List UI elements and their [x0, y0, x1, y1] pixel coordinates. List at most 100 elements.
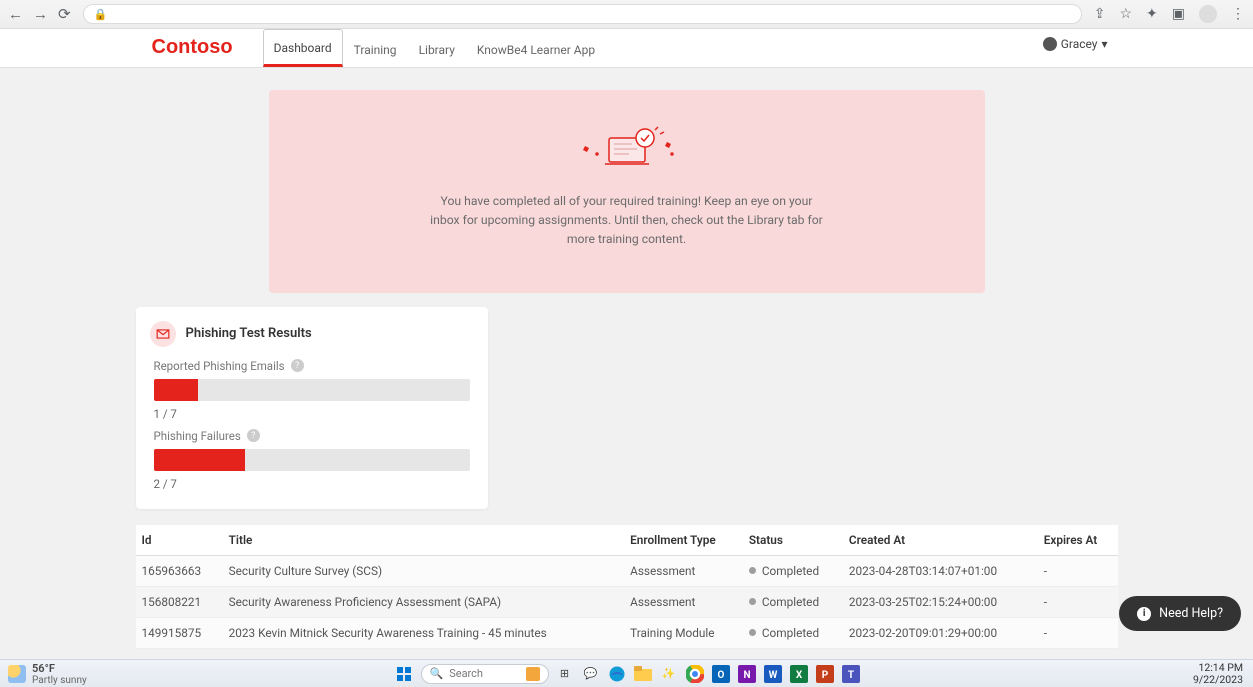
sidepanel-icon[interactable]: ▣: [1172, 6, 1185, 22]
cell-title: Security Awareness Proficiency Assessmen…: [223, 586, 624, 617]
training-table: Id Title Enrollment Type Status Created …: [136, 525, 1118, 649]
powerpoint-icon[interactable]: P: [815, 664, 835, 684]
page-viewport: Contoso Dashboard Training Library KnowB…: [0, 29, 1253, 659]
cell-expires: -: [1038, 586, 1118, 617]
col-created-at[interactable]: Created At: [843, 525, 1038, 556]
start-button[interactable]: [393, 665, 415, 683]
tab-library[interactable]: Library: [408, 31, 466, 67]
user-label: Gracey: [1061, 37, 1098, 51]
weather-icon: [8, 665, 26, 683]
share-icon[interactable]: ⇪: [1094, 6, 1106, 22]
metric-reported: Reported Phishing Emails ? 1 / 7: [136, 353, 488, 423]
windows-taskbar: 56°F Partly sunny 🔍 Search ⊞ 💬 ✨ O N W X: [0, 659, 1253, 687]
cell-etype: Assessment: [624, 586, 743, 617]
lock-icon: 🔒: [94, 8, 108, 21]
banner-text: You have completed all of your required …: [427, 192, 827, 249]
chrome-icon[interactable]: [685, 664, 705, 684]
taskbar-clock[interactable]: 12:14 PM 9/22/2023: [1193, 662, 1253, 685]
col-enrollment-type[interactable]: Enrollment Type: [624, 525, 743, 556]
status-dot-icon: [749, 598, 756, 605]
reload-button[interactable]: ⟳: [58, 5, 71, 23]
cell-status: Completed: [743, 555, 843, 586]
back-button[interactable]: ←: [8, 5, 23, 23]
user-icon: [1043, 37, 1057, 51]
task-view-icon[interactable]: ⊞: [555, 664, 575, 684]
forward-button[interactable]: →: [33, 5, 48, 23]
table-header-row: Id Title Enrollment Type Status Created …: [136, 525, 1118, 556]
excel-icon[interactable]: X: [789, 664, 809, 684]
cell-created: 2023-02-20T09:01:29+00:00: [843, 617, 1038, 648]
taskbar-date: 9/22/2023: [1193, 674, 1243, 686]
progress-bar: [154, 449, 470, 471]
cell-expires: -: [1038, 555, 1118, 586]
taskbar-weather[interactable]: 56°F Partly sunny: [0, 662, 87, 686]
cell-title: Security Culture Survey (SCS): [223, 555, 624, 586]
info-icon: i: [1137, 607, 1151, 621]
col-status[interactable]: Status: [743, 525, 843, 556]
help-icon[interactable]: ?: [247, 429, 260, 442]
help-icon[interactable]: ?: [291, 359, 304, 372]
progress-bar: [154, 379, 470, 401]
svg-text:X: X: [795, 670, 802, 681]
col-expires-at[interactable]: Expires At: [1038, 525, 1118, 556]
kebab-menu-icon[interactable]: ⋮: [1231, 6, 1245, 22]
table-row[interactable]: 165963663Security Culture Survey (SCS)As…: [136, 555, 1118, 586]
chat-icon[interactable]: 💬: [581, 664, 601, 684]
celebration-illustration: [309, 120, 945, 176]
metric-value: 2 / 7: [154, 477, 470, 491]
profile-icon[interactable]: [1199, 5, 1217, 23]
svg-text:T: T: [847, 670, 853, 681]
onenote-icon[interactable]: N: [737, 664, 757, 684]
cell-created: 2023-04-28T03:14:07+01:00: [843, 555, 1038, 586]
nav-tabs: Dashboard Training Library KnowBe4 Learn…: [263, 29, 607, 67]
star-icon[interactable]: ☆: [1119, 6, 1132, 22]
cell-id: 165963663: [136, 555, 223, 586]
address-bar[interactable]: 🔒: [83, 4, 1082, 24]
phishing-results-card: Phishing Test Results Reported Phishing …: [136, 307, 488, 509]
outlook-icon[interactable]: O: [711, 664, 731, 684]
browser-toolbar: ← → ⟳ 🔒 ⇪ ☆ ✦ ▣ ⋮: [0, 0, 1253, 29]
tab-learner-app[interactable]: KnowBe4 Learner App: [466, 31, 606, 67]
copilot-icon[interactable]: ✨: [659, 664, 679, 684]
cell-status: Completed: [743, 617, 843, 648]
metric-value: 1 / 7: [154, 407, 470, 421]
completion-banner: You have completed all of your required …: [269, 90, 985, 293]
metric-label-text: Phishing Failures: [154, 429, 241, 443]
table-row[interactable]: 156808221Security Awareness Proficiency …: [136, 586, 1118, 617]
envelope-icon: [150, 321, 176, 347]
col-title[interactable]: Title: [223, 525, 624, 556]
explorer-icon[interactable]: [633, 664, 653, 684]
table-row[interactable]: 1499158752023 Kevin Mitnick Security Awa…: [136, 617, 1118, 648]
cell-status: Completed: [743, 586, 843, 617]
taskbar-search[interactable]: 🔍 Search: [421, 664, 549, 684]
cell-id: 149915875: [136, 617, 223, 648]
svg-text:O: O: [717, 670, 724, 681]
tab-training[interactable]: Training: [343, 31, 408, 67]
tab-dashboard[interactable]: Dashboard: [263, 29, 343, 67]
search-accent-icon: [526, 667, 540, 681]
need-help-label: Need Help?: [1159, 606, 1223, 621]
teams-icon[interactable]: T: [841, 664, 861, 684]
extensions-icon[interactable]: ✦: [1146, 6, 1158, 22]
word-icon[interactable]: W: [763, 664, 783, 684]
svg-text:N: N: [743, 670, 750, 681]
app-topbar: Contoso Dashboard Training Library KnowB…: [0, 29, 1253, 68]
cell-etype: Training Module: [624, 617, 743, 648]
card-title: Phishing Test Results: [186, 326, 312, 341]
cell-title: 2023 Kevin Mitnick Security Awareness Tr…: [223, 617, 624, 648]
cell-created: 2023-03-25T02:15:24+00:00: [843, 586, 1038, 617]
cell-etype: Assessment: [624, 555, 743, 586]
metric-label-text: Reported Phishing Emails: [154, 359, 285, 373]
metric-failures: Phishing Failures ? 2 / 7: [136, 423, 488, 493]
user-menu[interactable]: Gracey ▾: [1043, 37, 1108, 51]
col-id[interactable]: Id: [136, 525, 223, 556]
svg-text:W: W: [768, 670, 777, 681]
weather-desc: Partly sunny: [32, 675, 87, 686]
search-placeholder: Search: [449, 667, 483, 680]
edge-icon[interactable]: [607, 664, 627, 684]
need-help-button[interactable]: i Need Help?: [1119, 596, 1241, 631]
cell-id: 156808221: [136, 586, 223, 617]
brand-logo: Contoso: [152, 36, 233, 59]
taskbar-time: 12:14 PM: [1193, 662, 1243, 674]
search-icon: 🔍: [430, 667, 444, 680]
